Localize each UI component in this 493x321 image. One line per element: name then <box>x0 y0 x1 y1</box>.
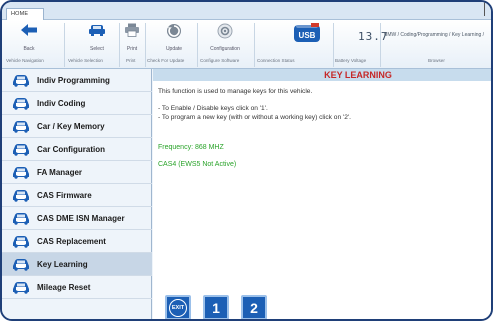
sidebar-item-label: FA Manager <box>37 167 83 177</box>
car-icon <box>13 75 29 87</box>
update-icon <box>167 24 181 38</box>
group-label-connection-status: Connection Status <box>257 58 295 63</box>
printer-icon <box>125 23 139 37</box>
sidebar-item-label: CAS DME ISN Manager <box>37 213 125 223</box>
sidebar-item-label: Car Configuration <box>37 144 105 154</box>
group-label-vehicle-selection: Vehicle Selection <box>68 58 103 63</box>
select-label: Select <box>90 46 104 52</box>
group-separator <box>119 23 120 67</box>
sidebar-item-cas-dme-isn-manager[interactable]: CAS DME ISN Manager <box>2 207 152 230</box>
gear-icon <box>217 23 233 39</box>
app-window: HOME Back Select Print Update Configurat… <box>0 0 493 321</box>
exit-button[interactable]: EXIT <box>165 295 191 319</box>
description-text: This function is used to manage keys for… <box>158 88 313 95</box>
sidebar-item-car-key-memory[interactable]: Car / Key Memory <box>2 115 152 138</box>
sidebar-item-cas-replacement[interactable]: CAS Replacement <box>2 230 152 253</box>
instruction-text-2: - To program a new key (with or without … <box>158 114 351 121</box>
car-front-icon <box>89 25 105 36</box>
tab-home[interactable]: HOME <box>6 8 44 20</box>
sidebar-item-car-configuration[interactable]: Car Configuration <box>2 138 152 161</box>
update-button[interactable]: Update <box>158 23 190 55</box>
sidebar-item-fa-manager[interactable]: FA Manager <box>2 161 152 184</box>
group-separator <box>145 23 146 67</box>
sidebar-item-label: CAS Replacement <box>37 236 106 246</box>
button-2-program-new-key[interactable]: 2 <box>241 295 267 319</box>
configuration-button[interactable]: Configuration <box>202 23 248 55</box>
frequency-text: Frequency: 868 MHZ <box>158 144 224 151</box>
exit-label: EXIT <box>171 304 185 311</box>
sidebar-item-label: Car / Key Memory <box>37 121 105 131</box>
usb-label: USB <box>298 31 316 40</box>
group-separator <box>380 23 381 67</box>
car-icon <box>13 282 29 294</box>
car-icon <box>13 213 29 225</box>
update-label: Update <box>165 46 183 52</box>
sidebar-item-label: Key Learning <box>37 259 88 269</box>
car-icon <box>13 144 29 156</box>
print-button[interactable]: Print <box>120 23 144 55</box>
back-arrow-icon <box>21 24 37 36</box>
group-separator <box>64 23 65 67</box>
car-icon <box>13 259 29 271</box>
divider <box>484 2 485 16</box>
sidebar-item-label: CAS Firmware <box>37 190 92 200</box>
cas-status-text: CAS4 (EWS5 Not Active) <box>158 161 237 168</box>
print-label: Print <box>126 46 138 52</box>
group-label-vehicle-navigation: Vehicle Navigation <box>6 58 44 63</box>
back-button[interactable]: Back <box>10 23 48 55</box>
group-label-battery-voltage: Battery Voltage <box>335 58 367 63</box>
sidebar-item-label: Indiv Coding <box>37 98 86 108</box>
select-button[interactable]: Select <box>78 23 116 55</box>
connection-status-indicator: USB <box>292 23 322 55</box>
breadcrumb: BMW / Coding/Programming / Key Learning … <box>384 32 485 38</box>
car-icon <box>13 190 29 202</box>
sidebar-item-mileage-reset[interactable]: Mileage Reset <box>2 276 152 299</box>
sidebar: Indiv Programming Indiv Coding Car / Key… <box>2 69 152 319</box>
key-learning-panel: KEY LEARNING This function is used to ma… <box>153 69 491 319</box>
sidebar-item-indiv-programming[interactable]: Indiv Programming <box>2 69 152 92</box>
car-icon <box>13 121 29 133</box>
sidebar-item-key-learning[interactable]: Key Learning <box>2 253 152 276</box>
instruction-text-1: - To Enable / Disable keys click on '1'. <box>158 105 268 112</box>
group-label-check-for-update: Check For Update <box>147 58 185 63</box>
group-separator <box>333 23 334 67</box>
tab-strip: HOME <box>2 2 491 20</box>
exit-icon: EXIT <box>169 298 187 317</box>
toolbar-ribbon: Back Select Print Update Configuration U… <box>2 20 491 69</box>
sidebar-item-indiv-coding[interactable]: Indiv Coding <box>2 92 152 115</box>
group-label-print: Print <box>126 58 136 63</box>
group-label-browser: Browser <box>428 58 445 63</box>
car-icon <box>13 236 29 248</box>
sidebar-item-cas-firmware[interactable]: CAS Firmware <box>2 184 152 207</box>
group-separator <box>197 23 198 67</box>
configuration-label: Configuration <box>210 46 240 52</box>
button-1-enable-disable-keys[interactable]: 1 <box>203 295 229 319</box>
car-icon <box>13 167 29 179</box>
group-label-configure-software: Configure Software <box>200 58 240 63</box>
page-title: KEY LEARNING <box>153 69 491 81</box>
car-icon <box>13 98 29 110</box>
back-label: Back <box>23 46 35 52</box>
group-separator <box>254 23 255 67</box>
sidebar-item-label: Mileage Reset <box>37 282 91 292</box>
sidebar-item-label: Indiv Programming <box>37 75 110 85</box>
